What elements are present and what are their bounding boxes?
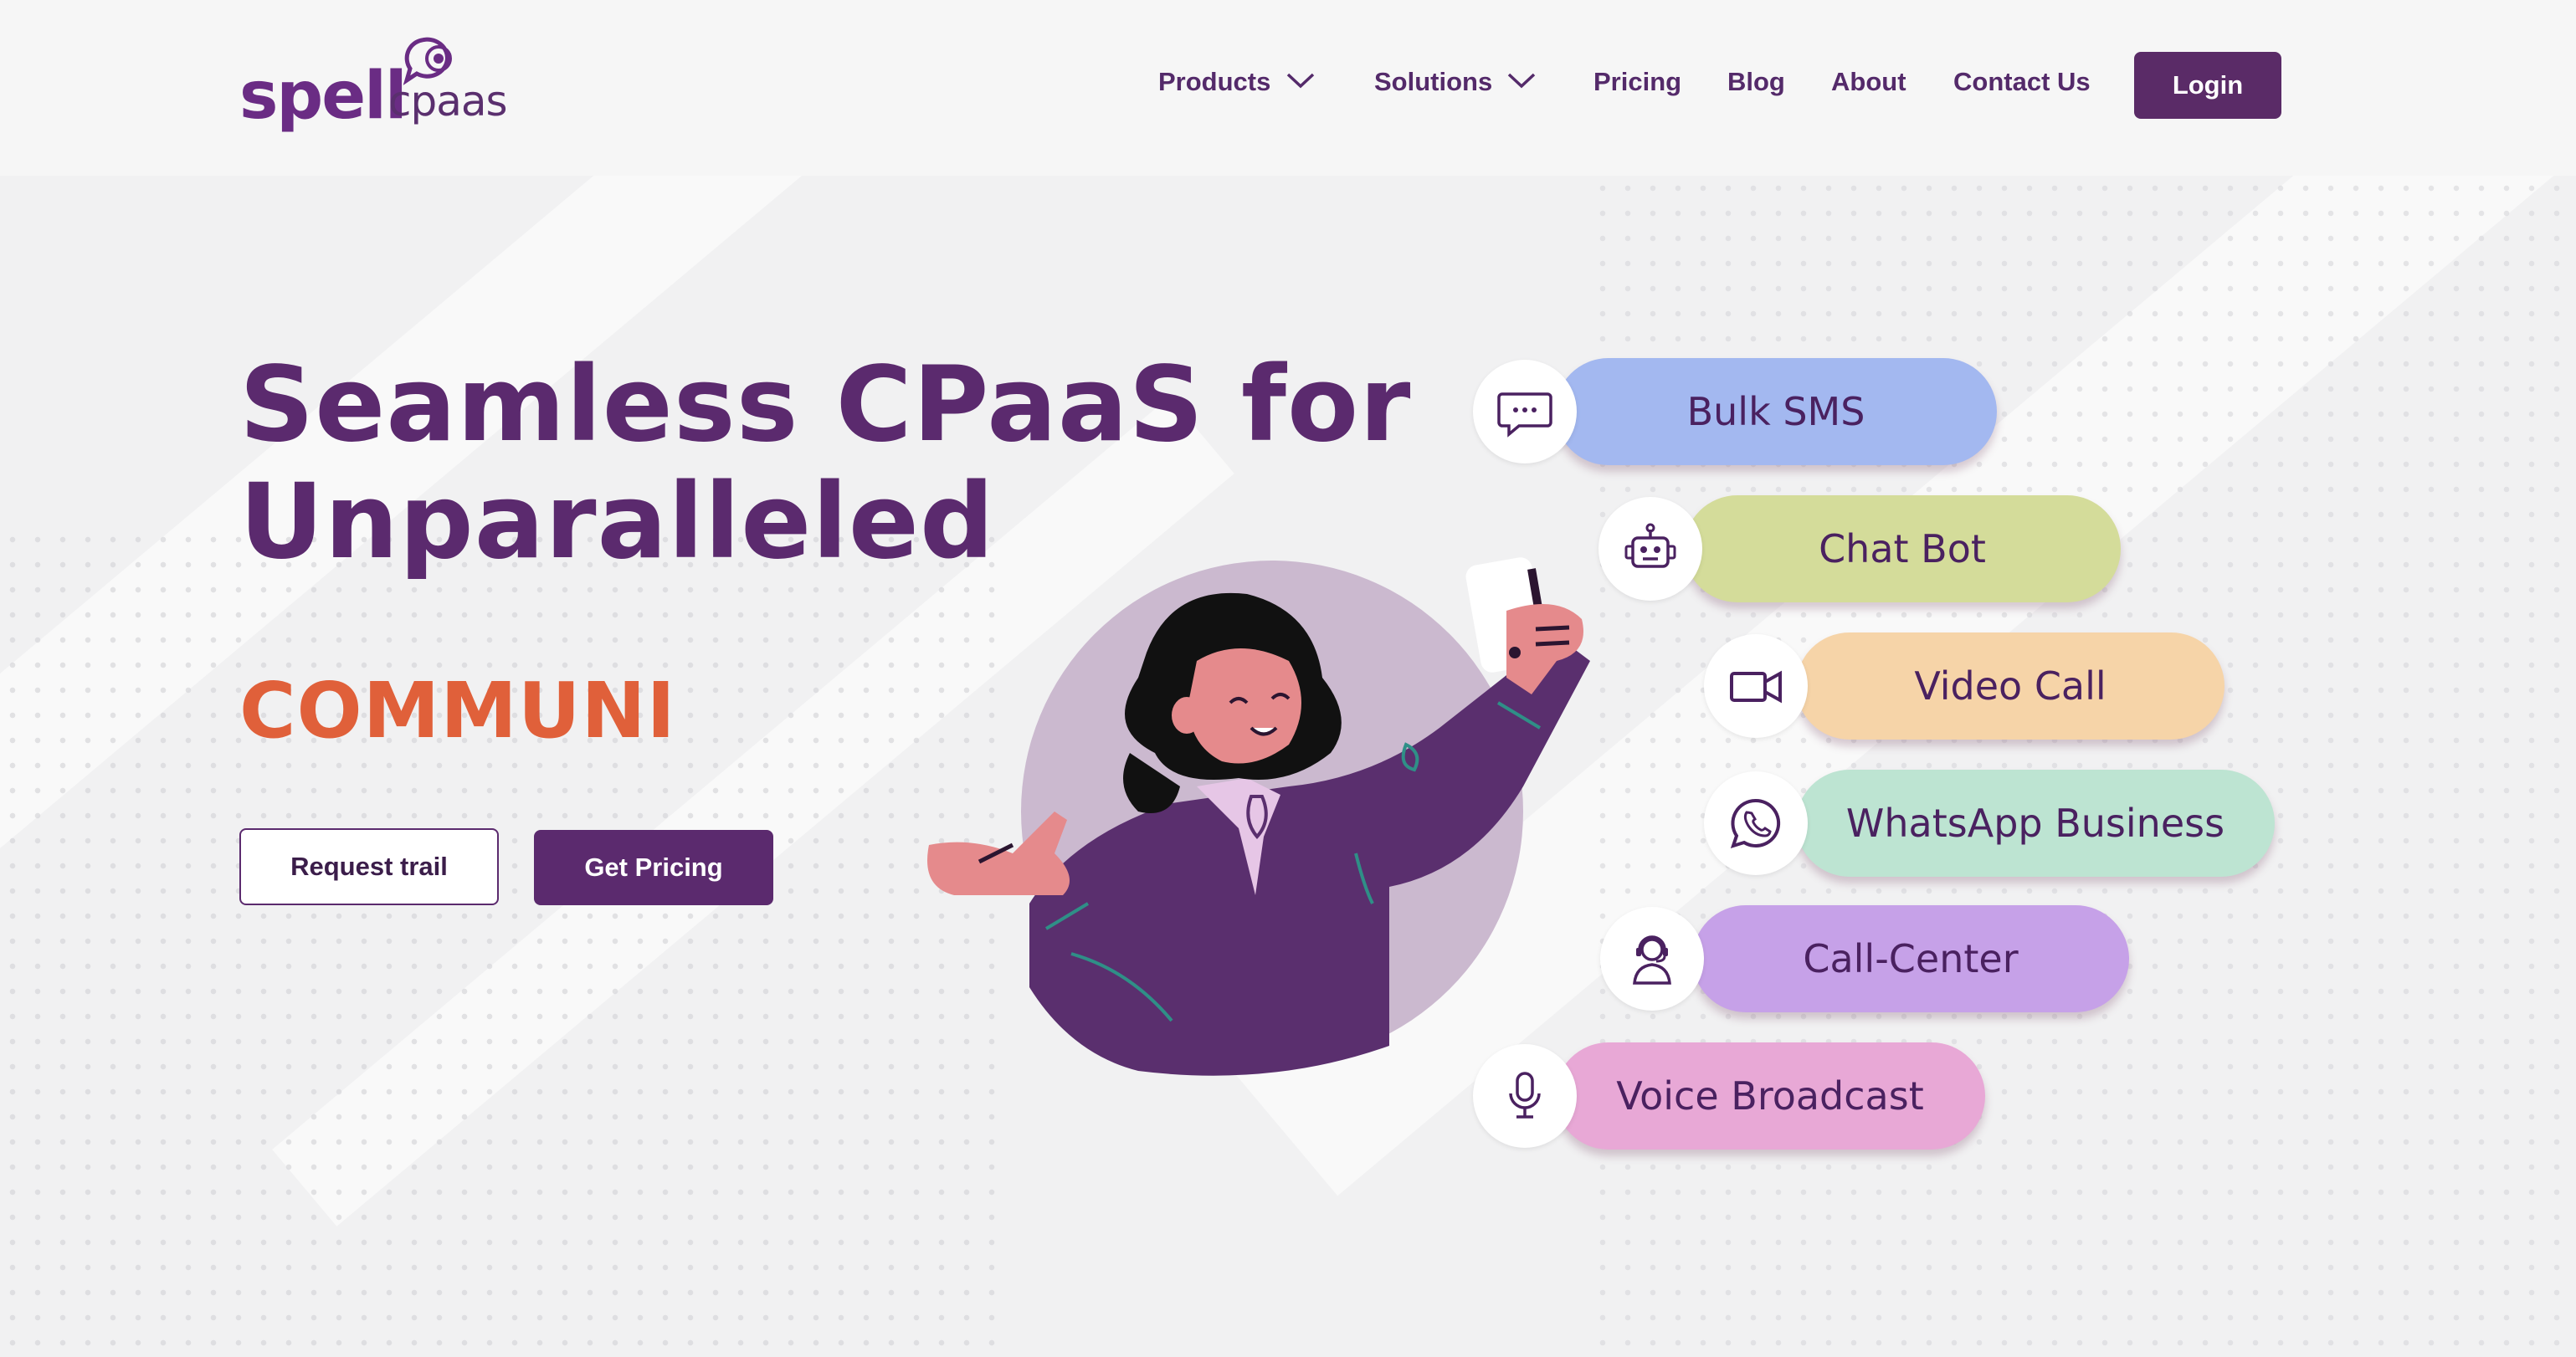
service-label-call-center: Call-Center [1803, 936, 2019, 981]
nav-products[interactable]: Products [1158, 67, 1315, 97]
service-label-video-call: Video Call [1914, 663, 2106, 709]
woman-with-phone-illustration [927, 557, 1590, 1076]
service-label-whatsapp-business: WhatsApp Business [1845, 801, 2225, 846]
service-pill-chat-bot[interactable]: Chat Bot [1684, 495, 2121, 602]
service-icon-call-center [1600, 907, 1704, 1011]
headset-agent-icon [1633, 935, 1671, 985]
spellcpaas-logo[interactable]: spell cpaas [239, 33, 508, 142]
request-trial-button[interactable]: Request trail [239, 828, 499, 905]
robot-icon [1624, 523, 1676, 568]
whatsapp-icon [1730, 798, 1781, 849]
hero-rotating-word: COMMUNI [239, 666, 676, 755]
service-label-voice-broadcast: Voice Broadcast [1616, 1073, 1924, 1119]
nav-products-label: Products [1158, 67, 1271, 96]
service-pill-video-call[interactable]: Video Call [1796, 632, 2224, 740]
service-pill-whatsapp-business[interactable]: WhatsApp Business [1796, 770, 2275, 877]
chevron-down-icon [1286, 73, 1315, 89]
microphone-icon [1509, 1072, 1541, 1119]
service-icon-bulk-sms [1473, 360, 1577, 463]
nav-blog[interactable]: Blog [1727, 67, 1785, 97]
site-header: spell cpaas Products Solutions Pricing B… [0, 0, 2576, 176]
hero-title-line-1: Seamless CPaaS for [239, 345, 1412, 465]
login-button[interactable]: Login [2134, 52, 2281, 119]
get-pricing-button[interactable]: Get Pricing [534, 830, 773, 905]
service-label-bulk-sms: Bulk SMS [1686, 389, 1865, 434]
service-label-chat-bot: Chat Bot [1819, 526, 1986, 571]
service-icon-whatsapp-business [1704, 771, 1808, 875]
logo-wordmark-spell: spell [239, 59, 408, 134]
service-pill-voice-broadcast[interactable]: Voice Broadcast [1555, 1042, 1985, 1150]
service-pill-call-center[interactable]: Call-Center [1692, 905, 2129, 1012]
service-icon-video-call [1704, 634, 1808, 738]
chat-bubble-icon [1497, 392, 1552, 438]
nav-contact-us[interactable]: Contact Us [1953, 67, 2091, 97]
service-icon-voice-broadcast [1473, 1044, 1577, 1148]
nav-about[interactable]: About [1831, 67, 1906, 97]
video-camera-icon [1730, 670, 1782, 704]
service-pill-bulk-sms[interactable]: Bulk SMS [1555, 358, 1997, 465]
nav-pricing[interactable]: Pricing [1593, 67, 1681, 97]
chevron-down-icon [1507, 73, 1536, 89]
nav-solutions[interactable]: Solutions [1374, 67, 1536, 97]
logo-wordmark-cpaas: cpaas [388, 77, 508, 125]
service-icon-chat-bot [1598, 497, 1702, 601]
nav-solutions-label: Solutions [1374, 67, 1493, 96]
